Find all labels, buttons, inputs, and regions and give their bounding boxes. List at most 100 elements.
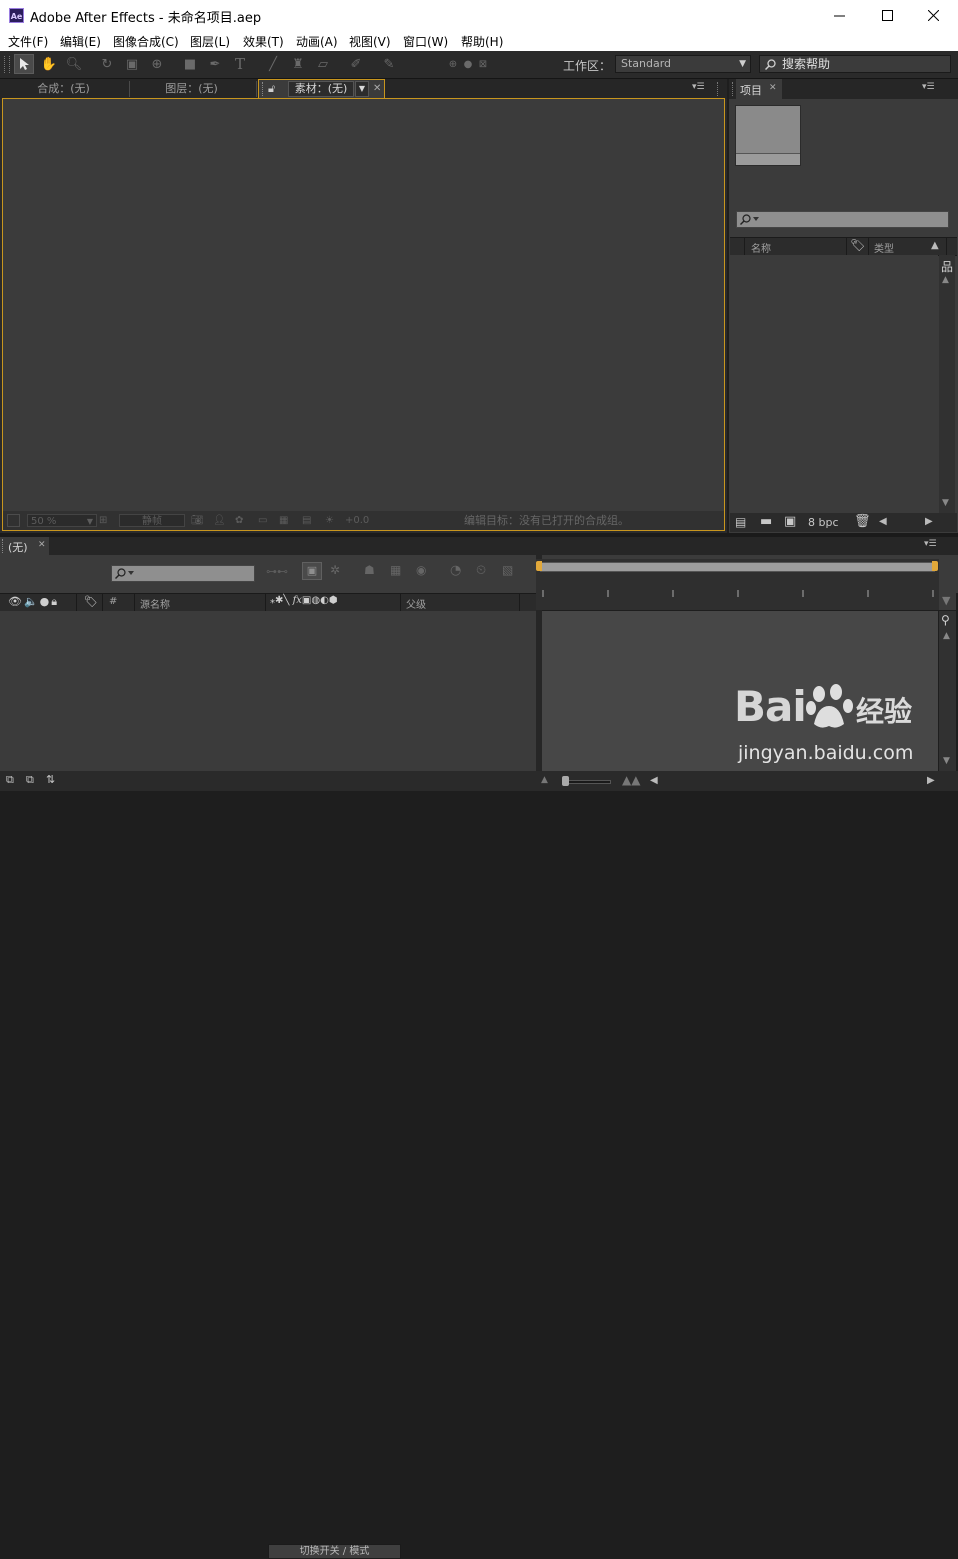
hand-tool[interactable]: ✋	[39, 54, 59, 74]
channel-rgb-icon[interactable]: ✿	[235, 514, 243, 527]
camera-tool[interactable]: ▣	[122, 54, 142, 74]
view-axis-mode[interactable]: ⊠	[473, 54, 493, 74]
menu-composition[interactable]: 图像合成(C)	[113, 33, 179, 50]
toggle-in-out-icon[interactable]: ⇅	[46, 773, 55, 786]
tab-footage-active[interactable]: 🔓︎ 素材：(无) ▼ ✕	[258, 79, 385, 99]
footage-dropdown-arrow-icon[interactable]: ▼	[355, 81, 369, 97]
auto-keyframe-icon[interactable]: ⏲	[476, 563, 486, 578]
tab-timeline[interactable]: (无) ✕	[0, 537, 49, 555]
zoom-out-mountain-icon[interactable]: ▲	[541, 775, 548, 785]
layer-switches-icons[interactable]: ⁎✱╲ fx▣◍◐⬢	[270, 595, 338, 606]
work-area-end-handle[interactable]	[932, 561, 938, 571]
hide-shy-layers-icon[interactable]: ☗	[364, 563, 375, 577]
workspace-select[interactable]: Standard ▼	[615, 55, 751, 73]
flowchart-icon[interactable]: 品	[941, 258, 953, 275]
scroll-down-icon[interactable]: ▼	[942, 498, 949, 508]
tab-layer[interactable]: 图层：(无)	[134, 79, 249, 99]
always-preview-icon[interactable]	[7, 514, 20, 527]
column-type[interactable]: 类型	[874, 240, 894, 255]
composition-mini-flowchart-icon[interactable]: ⊶⊷	[266, 565, 288, 578]
scroll-left-icon[interactable]: ◀	[879, 516, 887, 527]
comp-view-icon[interactable]: ⚲	[941, 613, 950, 627]
column-name[interactable]: 名称	[751, 240, 771, 255]
frame-blending-icon[interactable]: ▦	[390, 563, 401, 577]
column-layer-number[interactable]: #	[109, 596, 117, 607]
rectangle-tool[interactable]: ■	[180, 54, 200, 74]
panel-menu-icon[interactable]: ▾☰	[922, 82, 935, 92]
draft-3d-icon[interactable]: ✲	[330, 563, 340, 577]
show-snapshot-icon[interactable]: 👤︎	[213, 514, 226, 527]
menu-layer[interactable]: 图层(L)	[190, 33, 230, 50]
pen-tool[interactable]: ✒	[205, 54, 225, 74]
exposure-icon[interactable]: ☀	[325, 514, 334, 527]
new-composition-icon[interactable]: ▣	[784, 514, 796, 529]
av-switch-icons[interactable]: 👁︎🔈●🔒︎	[8, 595, 59, 609]
timeline-layer-list[interactable]	[0, 611, 536, 771]
minimize-button[interactable]	[816, 0, 862, 31]
panel-menu-icon[interactable]: ▾☰	[692, 82, 705, 92]
column-source-name[interactable]: 源名称	[140, 596, 170, 611]
scroll-left-icon[interactable]: ◀	[650, 775, 658, 786]
work-area-bar[interactable]	[540, 562, 935, 572]
transparency-grid-icon[interactable]: ▦	[279, 514, 288, 527]
new-folder-icon[interactable]: ▬	[760, 514, 772, 529]
frame-field[interactable]: 静帧	[119, 514, 185, 527]
exposure-value[interactable]: +0.0	[345, 514, 369, 527]
scroll-right-icon[interactable]: ▶	[925, 516, 933, 527]
toggle-layer-switches-icon[interactable]: ⧉	[6, 773, 14, 787]
project-scrollbar[interactable]: 品 ▲ ▼	[939, 255, 955, 513]
graph-editor-icon[interactable]: ▧	[502, 563, 513, 577]
project-search-input[interactable]	[736, 211, 949, 228]
pan-behind-tool[interactable]: ⊕	[147, 54, 167, 74]
lock-icon[interactable]: 🔓︎	[268, 82, 275, 96]
zoom-slider-thumb[interactable]	[562, 776, 569, 786]
timeline-search-input[interactable]	[111, 565, 255, 582]
clone-stamp-tool[interactable]: ♜	[288, 54, 308, 74]
close-tab-icon[interactable]: ✕	[38, 540, 46, 550]
toggle-transfer-controls-icon[interactable]: ⧉	[26, 773, 34, 787]
menu-help[interactable]: 帮助(H)	[461, 33, 503, 50]
bit-depth-button[interactable]: 8 bpc	[808, 516, 839, 529]
roto-brush-tool[interactable]: ✐	[346, 54, 366, 74]
snapshot-camera-icon[interactable]: 📷︎	[191, 514, 204, 527]
type-tool[interactable]: T	[230, 54, 250, 74]
label-tag-icon[interactable]: 🏷︎	[84, 595, 98, 608]
puppet-pin-tool[interactable]: ✎	[379, 54, 399, 74]
menu-edit[interactable]: 编辑(E)	[60, 33, 101, 50]
label-tag-icon[interactable]: 🏷︎	[850, 238, 865, 252]
rotation-tool[interactable]: ↻	[97, 54, 117, 74]
scroll-up-icon[interactable]: ▲	[942, 275, 949, 285]
tab-project[interactable]: 项目 ✕	[736, 79, 782, 99]
delete-trash-icon[interactable]: 🗑︎	[854, 514, 871, 529]
timeline-zoom-slider[interactable]	[563, 780, 611, 784]
timeline-vertical-scrollbar[interactable]: ⚲ ▲ ▼	[939, 611, 956, 771]
close-button[interactable]	[910, 0, 956, 31]
maximize-button[interactable]	[864, 0, 910, 31]
menu-effect[interactable]: 效果(T)	[243, 33, 284, 50]
brush-tool[interactable]: ╱	[263, 54, 283, 74]
eraser-tool[interactable]: ▱	[313, 54, 333, 74]
tab-composition[interactable]: 合成：(无)	[6, 79, 121, 99]
toggle-switches-modes-button[interactable]: 切换开关 / 模式	[268, 1544, 401, 1559]
scroll-right-icon[interactable]: ▶	[927, 775, 935, 786]
help-search-input[interactable]: 搜索帮助	[759, 55, 951, 73]
region-of-interest-icon[interactable]: ▤	[302, 514, 311, 527]
live-update-icon[interactable]: ▣	[302, 562, 322, 580]
menu-view[interactable]: 视图(V)	[349, 33, 391, 50]
scroll-up-icon[interactable]: ▲	[943, 631, 950, 641]
footage-viewer-canvas[interactable]	[2, 98, 725, 531]
panel-grip-icon[interactable]	[717, 82, 721, 96]
menu-animation[interactable]: 动画(A)	[296, 33, 338, 50]
menu-window[interactable]: 窗口(W)	[403, 33, 448, 50]
column-parent[interactable]: 父级	[406, 596, 426, 611]
close-tab-icon[interactable]: ✕	[769, 83, 777, 93]
selection-tool[interactable]	[14, 54, 34, 74]
sort-ascending-icon[interactable]: ▲	[931, 240, 939, 251]
work-area-start-handle[interactable]	[536, 561, 542, 571]
project-item-list[interactable]	[730, 255, 938, 513]
interpret-footage-icon[interactable]: ▤	[735, 515, 746, 529]
brainstorm-icon[interactable]: ◔	[450, 563, 461, 578]
motion-blur-icon[interactable]: ◉	[416, 563, 426, 577]
zoom-select[interactable]: 50 % ▼	[27, 514, 97, 527]
comp-button[interactable]: ▼	[939, 592, 956, 610]
